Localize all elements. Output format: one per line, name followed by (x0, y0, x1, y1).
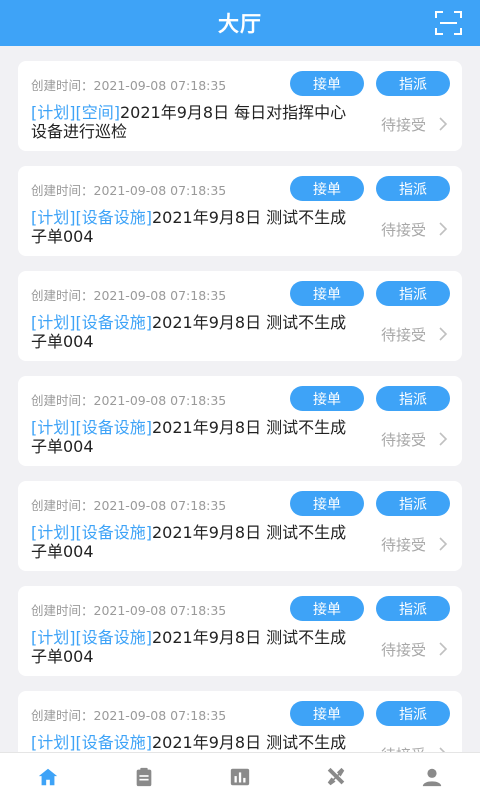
tab-statistics[interactable] (192, 753, 288, 800)
accept-button[interactable]: 接单 (290, 176, 364, 201)
tag-plan: [计划] (31, 418, 76, 437)
assign-button[interactable]: 指派 (376, 176, 450, 201)
chevron-right-icon (439, 642, 448, 656)
tag-category: [设备设施] (75, 523, 153, 542)
work-order-card[interactable]: 创建时间：2021-09-08 07:18:35 接单 指派 [计划][设备设施… (18, 271, 462, 361)
work-order-card[interactable]: 创建时间：2021-09-08 07:18:35 接单 指派 [计划][设备设施… (18, 691, 462, 752)
tag-plan: [计划] (31, 208, 76, 227)
chart-icon (230, 768, 250, 785)
accept-button[interactable]: 接单 (290, 71, 364, 96)
assign-button[interactable]: 指派 (376, 386, 450, 411)
status-label: 待接受 (380, 326, 426, 344)
created-time: 创建时间：2021-09-08 07:18:35 (31, 603, 227, 618)
tag-plan: [计划] (31, 313, 76, 332)
status-label: 待接受 (380, 536, 426, 554)
clipboard-icon (136, 767, 152, 786)
accept-button[interactable]: 接单 (290, 596, 364, 621)
user-icon (422, 768, 442, 786)
assign-button[interactable]: 指派 (376, 281, 450, 306)
page-title: 大厅 (218, 12, 262, 36)
status-label: 待接受 (380, 641, 426, 659)
tag-category: [设备设施] (75, 313, 153, 332)
home-icon (38, 768, 58, 785)
assign-button[interactable]: 指派 (376, 596, 450, 621)
order-title: [计划][设备设施]2021年9月8日 测试不生成子单004 (31, 523, 361, 561)
status-label: 待接受 (381, 744, 426, 752)
status-label: 待接受 (380, 431, 426, 449)
chevron-right-icon (439, 117, 448, 131)
tag-plan: [计划] (31, 523, 76, 542)
bottom-tab-bar (0, 752, 480, 800)
order-title: [计划][空间]2021年9月8日 每日对指挥中心设备进行巡检 (31, 103, 361, 141)
accept-button[interactable]: 接单 (290, 386, 364, 411)
header-bar: 大厅 (0, 0, 480, 46)
tools-icon (327, 767, 345, 785)
work-order-card[interactable]: 创建时间：2021-09-08 07:18:35 接单 指派 [计划][设备设施… (18, 481, 462, 571)
work-order-card[interactable]: 创建时间：2021-09-08 07:18:35 接单 指派 [计划][设备设施… (18, 166, 462, 256)
status-label: 待接受 (380, 116, 426, 134)
tag-category: [空间] (75, 103, 121, 122)
work-order-card[interactable]: 创建时间：2021-09-08 07:18:35 接单 指派 [计划][设备设施… (18, 586, 462, 676)
assign-button[interactable]: 指派 (376, 71, 450, 96)
chevron-right-icon (439, 327, 448, 341)
app: 大厅 创建时间：2021-09-08 07:18:35 接单 指派 [计划][空… (0, 0, 480, 800)
tag-category: [设备设施] (75, 733, 153, 752)
accept-button[interactable]: 接单 (290, 701, 364, 726)
tab-maintenance[interactable] (288, 753, 384, 800)
created-time: 创建时间：2021-09-08 07:18:35 (31, 393, 227, 408)
assign-button[interactable]: 指派 (376, 701, 450, 726)
tab-home[interactable] (0, 753, 96, 800)
work-order-card[interactable]: 创建时间：2021-09-08 07:18:35 接单 指派 [计划][设备设施… (18, 376, 462, 466)
order-title: [计划][设备设施]2021年9月8日 测试不生成子单004 (31, 208, 361, 246)
chevron-right-icon (439, 432, 448, 446)
work-order-card[interactable]: 创建时间：2021-09-08 07:18:35 接单 指派 [计划][空间]2… (18, 61, 462, 151)
chevron-right-icon (439, 537, 448, 551)
tag-plan: [计划] (31, 628, 76, 647)
created-time: 创建时间：2021-09-08 07:18:35 (31, 288, 227, 303)
status-label: 待接受 (380, 221, 426, 239)
order-title: [计划][设备设施]2021年9月8日 测试不生成子单004 (31, 313, 361, 351)
created-time: 创建时间：2021-09-08 07:18:35 (31, 78, 227, 93)
created-time: 创建时间：2021-09-08 07:18:35 (31, 498, 227, 513)
tab-orders[interactable] (96, 753, 192, 800)
assign-button[interactable]: 指派 (376, 491, 450, 516)
created-time: 创建时间：2021-09-08 07:18:35 (31, 708, 227, 723)
tag-plan: [计划] (31, 103, 76, 122)
accept-button[interactable]: 接单 (290, 281, 364, 306)
order-title: [计划][设备设施]2021年9月8日 测试不生成子单004 (31, 733, 361, 752)
order-title: [计划][设备设施]2021年9月8日 测试不生成子单004 (31, 628, 361, 666)
work-order-list[interactable]: 创建时间：2021-09-08 07:18:35 接单 指派 [计划][空间]2… (0, 46, 480, 752)
order-title: [计划][设备设施]2021年9月8日 测试不生成子单004 (31, 418, 361, 456)
chevron-right-icon (439, 222, 448, 236)
created-time: 创建时间：2021-09-08 07:18:35 (31, 183, 227, 198)
tag-category: [设备设施] (75, 628, 153, 647)
tab-profile[interactable] (384, 753, 480, 800)
tag-plan: [计划] (31, 733, 76, 752)
scan-icon[interactable] (435, 11, 462, 35)
tag-category: [设备设施] (75, 418, 153, 437)
tag-category: [设备设施] (75, 208, 153, 227)
accept-button[interactable]: 接单 (290, 491, 364, 516)
